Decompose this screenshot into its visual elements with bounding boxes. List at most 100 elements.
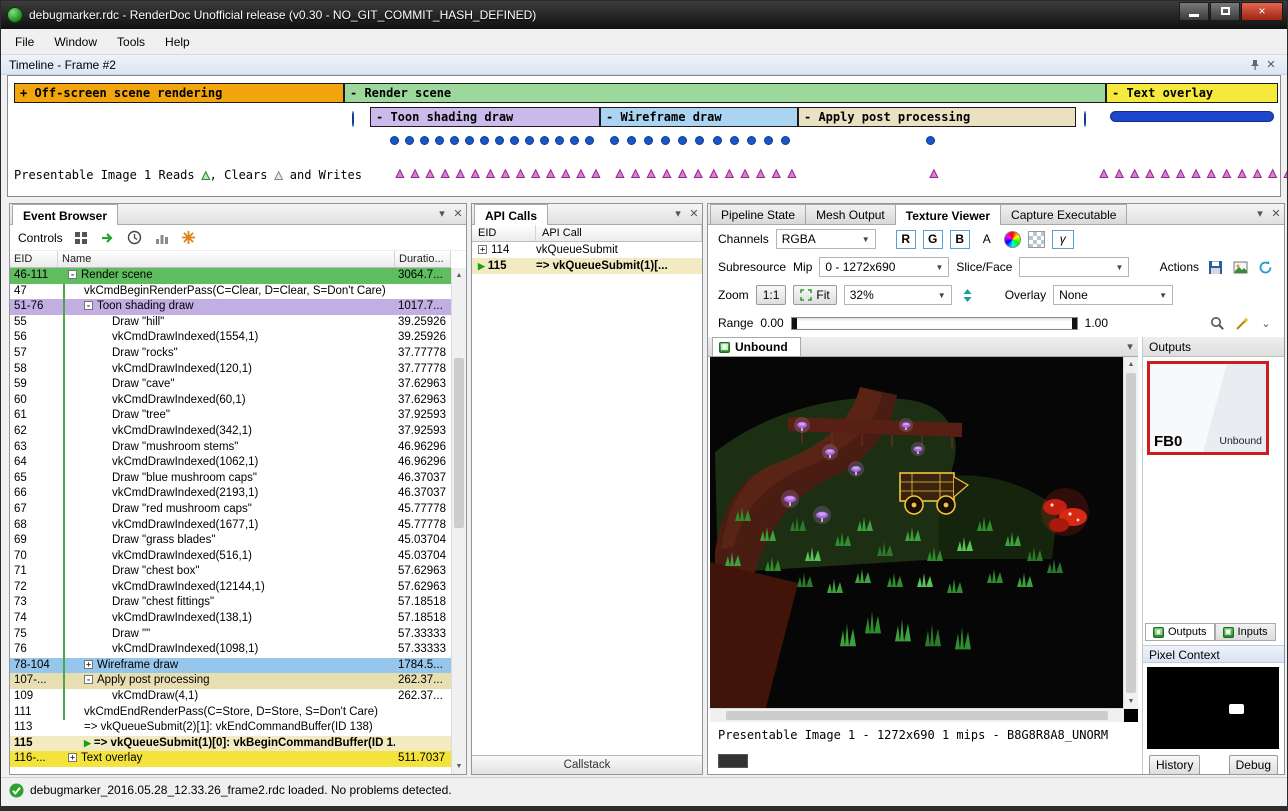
tree-expander-icon[interactable]: - [84, 675, 93, 684]
channel-a-button[interactable]: A [977, 230, 997, 249]
timeline-dots-toon[interactable] [390, 134, 594, 146]
event-browser-scrollbar[interactable]: ▲ ▼ [451, 268, 466, 774]
timeline-header[interactable]: Timeline - Frame #2 ✕ [1, 55, 1287, 75]
title-bar[interactable]: debugmarker.rdc - RenderDoc Unofficial r… [1, 1, 1287, 29]
close-icon[interactable]: ✕ [450, 205, 466, 221]
close-icon[interactable]: ✕ [1268, 205, 1284, 221]
range-min-handle[interactable] [792, 318, 797, 329]
timeline-dot-render-end[interactable] [1084, 112, 1086, 126]
event-row[interactable]: 59Draw "cave"37.62963 [10, 377, 451, 393]
timeline-dots-postproc[interactable] [926, 134, 938, 146]
jump-to-event-icon[interactable] [99, 229, 117, 247]
event-row[interactable]: 47vkCmdBeginRenderPass(C=Clear, D=Clear,… [10, 284, 451, 300]
column-eid[interactable]: EID [472, 225, 536, 241]
toolbar-overflow-icon[interactable]: ⌄ [1258, 315, 1274, 331]
tree-expander-icon[interactable]: + [478, 245, 487, 254]
menu-window[interactable]: Window [44, 31, 107, 53]
timeline-panel[interactable]: + Off-screen scene rendering - Render sc… [7, 75, 1281, 197]
writes-triangle-group[interactable]: ▲▲▲▲▲▲▲▲▲▲▲▲▲ [1100, 167, 1288, 180]
api-call-row[interactable]: +114vkQueueSubmit [472, 242, 702, 258]
chevron-down-icon[interactable]: ▾ [670, 205, 686, 221]
event-row[interactable]: 62vkCmdDrawIndexed(342,1)37.92593 [10, 424, 451, 440]
tab-pipeline-state[interactable]: Pipeline State [710, 204, 806, 224]
viewport-vscrollbar[interactable]: ▲▼ [1123, 357, 1138, 709]
tab-mesh-output[interactable]: Mesh Output [805, 204, 896, 224]
channel-b-button[interactable]: B [950, 230, 970, 249]
range-max-handle[interactable] [1072, 318, 1077, 329]
pixel-context-canvas[interactable] [1147, 667, 1279, 749]
timeline-dots-wireframe[interactable] [610, 134, 790, 146]
filter-icon[interactable] [72, 229, 90, 247]
bookmark-icon[interactable] [180, 229, 198, 247]
open-image-icon[interactable] [1231, 258, 1249, 276]
tree-expander-icon[interactable]: - [68, 270, 77, 279]
event-row[interactable]: 107-...-Apply post processing262.37... [10, 673, 451, 689]
event-row[interactable]: 76vkCmdDrawIndexed(1098,1)57.33333 [10, 642, 451, 658]
save-texture-icon[interactable] [1206, 258, 1224, 276]
chevron-down-icon[interactable]: ▾ [1252, 205, 1268, 221]
texture-viewport[interactable]: ▲▼ [710, 357, 1138, 722]
checkerboard-background-icon[interactable] [1028, 231, 1045, 248]
api-call-row[interactable]: ▶115=> vkQueueSubmit(1)[... [472, 258, 702, 274]
timeline-block-postproc[interactable]: - Apply post processing [798, 107, 1076, 127]
channels-select[interactable]: RGBA▼ [776, 229, 876, 249]
writes-triangle-group[interactable]: ▲ [930, 167, 944, 180]
debug-button[interactable]: Debug [1229, 755, 1278, 775]
close-icon[interactable]: ✕ [686, 205, 702, 221]
event-row[interactable]: 75Draw ""57.33333 [10, 627, 451, 643]
timeline-dot-render-begin[interactable] [352, 112, 354, 126]
refresh-icon[interactable] [1256, 258, 1274, 276]
fb0-thumbnail[interactable]: FB0 Unbound [1147, 361, 1269, 455]
channel-r-button[interactable]: R [896, 230, 916, 249]
menu-tools[interactable]: Tools [107, 31, 155, 53]
timeline-block-offscreen[interactable]: + Off-screen scene rendering [14, 83, 344, 103]
history-button[interactable]: History [1149, 755, 1200, 775]
event-row[interactable]: 60vkCmdDrawIndexed(60,1)37.62963 [10, 393, 451, 409]
close-button[interactable]: × [1241, 2, 1283, 21]
column-duration[interactable]: Duratio... [395, 251, 451, 267]
zoom-fit-button[interactable]: Fit [793, 285, 836, 305]
color-wheel-icon[interactable] [1004, 231, 1021, 248]
menu-file[interactable]: File [5, 31, 44, 53]
texture-tab-unbound[interactable]: ▣ Unbound [712, 337, 801, 356]
event-row[interactable]: 57Draw "rocks"37.77778 [10, 346, 451, 362]
event-row[interactable]: 116-...+Text overlay511.7037 [10, 751, 451, 767]
event-row[interactable]: 58vkCmdDrawIndexed(120,1)37.77778 [10, 362, 451, 378]
event-row[interactable]: 109vkCmdDraw(4,1)262.37... [10, 689, 451, 705]
zoom-percent-select[interactable]: 32%▼ [844, 285, 952, 305]
zoom-range-icon[interactable] [1208, 314, 1226, 332]
channel-g-button[interactable]: G [923, 230, 943, 249]
event-row[interactable]: 63Draw "mushroom stems"46.96296 [10, 440, 451, 456]
mip-select[interactable]: 0 - 1272x690▼ [819, 257, 949, 277]
timeline-text-overlay-bar[interactable] [1110, 111, 1274, 122]
tab-inputs[interactable]: ▣ Inputs [1215, 623, 1276, 641]
event-row[interactable]: 64vkCmdDrawIndexed(1062,1)46.96296 [10, 455, 451, 471]
tree-expander-icon[interactable]: + [84, 660, 93, 669]
event-row[interactable]: 61Draw "tree"37.92593 [10, 408, 451, 424]
event-row[interactable]: 56vkCmdDrawIndexed(1554,1)39.25926 [10, 330, 451, 346]
event-row[interactable]: 113=> vkQueueSubmit(2)[1]: vkEndCommandB… [10, 720, 451, 736]
tree-expander-icon[interactable]: + [68, 753, 77, 762]
tab-capture-executable[interactable]: Capture Executable [1000, 204, 1127, 224]
event-row[interactable]: 51-76-Toon shading draw1017.7... [10, 299, 451, 315]
event-row[interactable]: 67Draw "red mushroom caps"45.77778 [10, 502, 451, 518]
chevron-down-icon[interactable]: ▾ [434, 205, 450, 221]
event-row[interactable]: 115▶=> vkQueueSubmit(1)[0]: vkBeginComma… [10, 736, 451, 752]
callstack-bar[interactable]: Callstack [472, 755, 702, 774]
timeline-block-text-overlay[interactable]: - Text overlay [1106, 83, 1278, 103]
event-row[interactable]: 55Draw "hill"39.25926 [10, 315, 451, 331]
timeline-close-icon[interactable]: ✕ [1263, 57, 1279, 73]
tab-api-calls[interactable]: API Calls [474, 204, 548, 225]
time-draws-icon[interactable] [126, 229, 144, 247]
tab-texture-viewer[interactable]: Texture Viewer [895, 204, 1001, 225]
column-api-call[interactable]: API Call [536, 225, 702, 241]
timeline-block-toon[interactable]: - Toon shading draw [370, 107, 600, 127]
zoom-1-1-button[interactable]: 1:1 [756, 285, 787, 305]
api-calls-column-headers[interactable]: EID API Call [472, 225, 702, 242]
tab-outputs[interactable]: ▣ Outputs [1145, 623, 1215, 641]
overlay-select[interactable]: None▼ [1053, 285, 1173, 305]
event-row[interactable]: 69Draw "grass blades"45.03704 [10, 533, 451, 549]
event-row[interactable]: 73Draw "chest fittings"57.18518 [10, 595, 451, 611]
event-browser-column-headers[interactable]: EID Name Duratio... [10, 251, 451, 268]
statistics-icon[interactable] [153, 229, 171, 247]
